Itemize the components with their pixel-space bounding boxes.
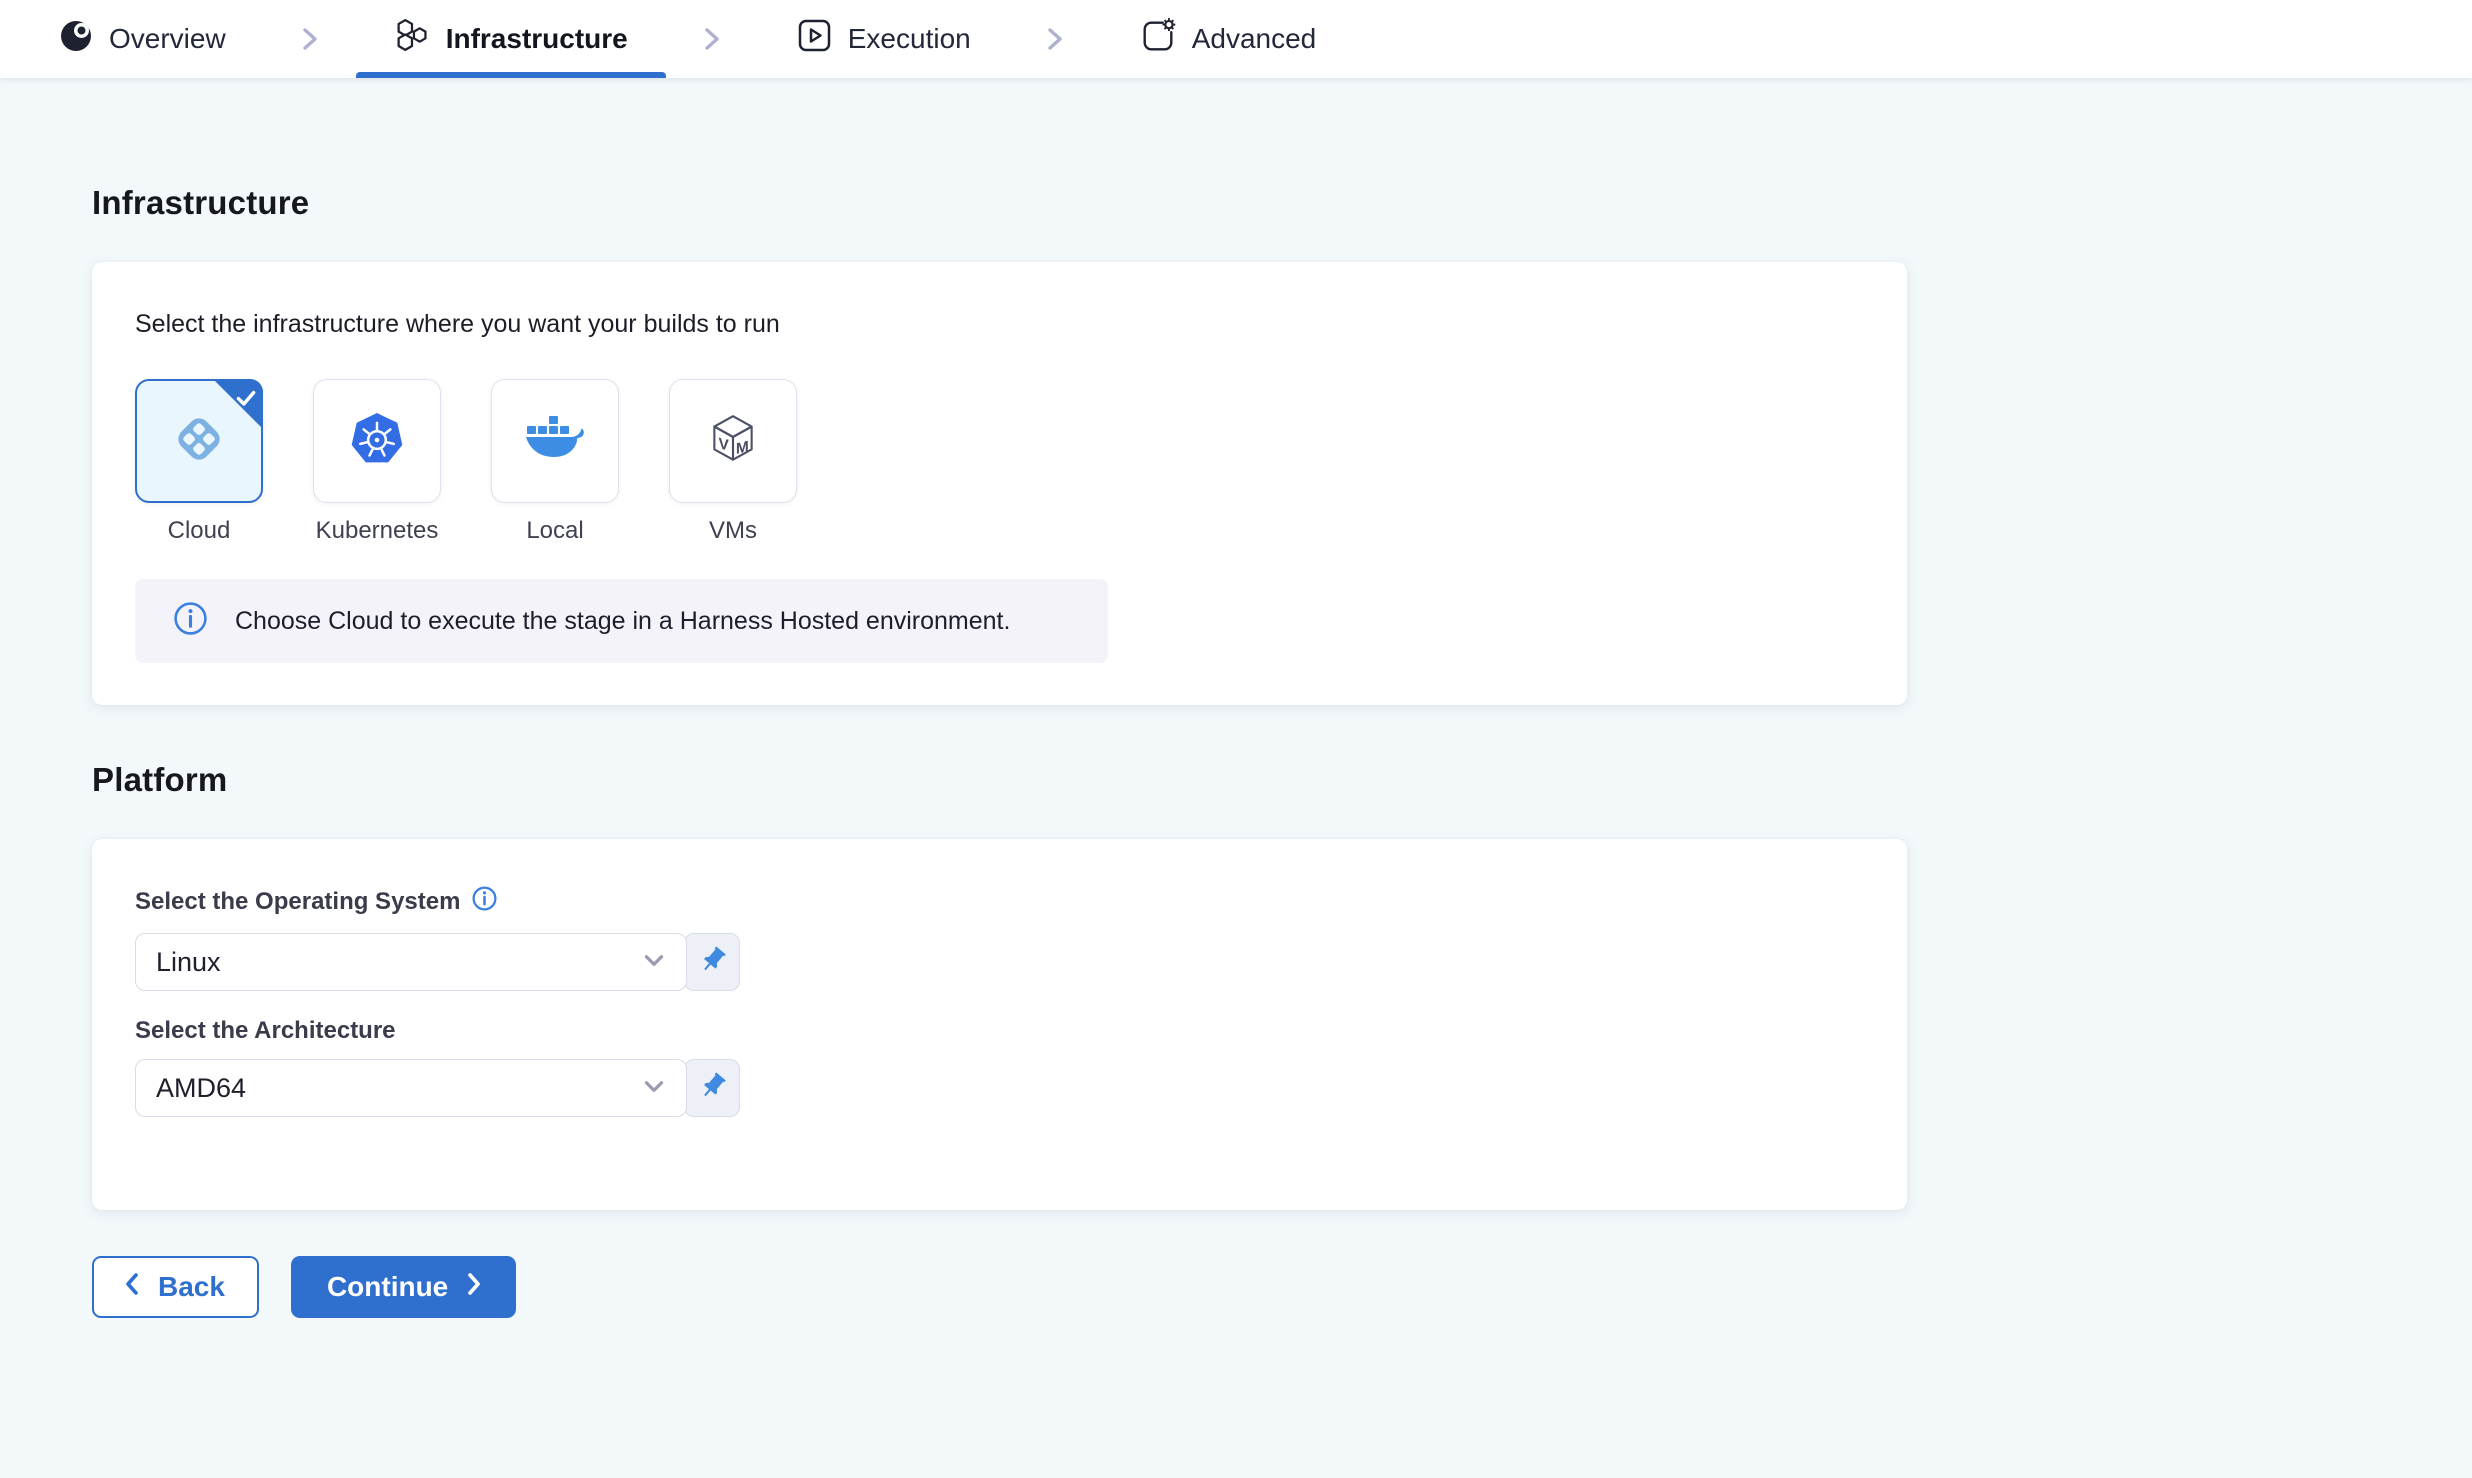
info-icon	[172, 600, 209, 642]
infrastructure-description: Select the infrastructure where you want…	[135, 310, 1864, 339]
os-select-label-text: Select the Operating System	[135, 888, 460, 916]
tab-label: Advanced	[1192, 23, 1317, 55]
chevron-separator-icon	[298, 0, 322, 78]
os-select[interactable]: Linux	[135, 933, 687, 991]
option-tile-vms[interactable]: V M VMs	[669, 379, 797, 545]
continue-button[interactable]: Continue	[291, 1256, 516, 1318]
option-tile-box[interactable]	[313, 379, 441, 503]
advanced-icon	[1139, 17, 1177, 62]
stage-infrastructure-panel: Infrastructure Select the infrastructure…	[0, 78, 2472, 1318]
tab-label: Overview	[109, 23, 226, 55]
os-select-value: Linux	[156, 947, 221, 978]
kubernetes-icon	[350, 412, 404, 471]
execution-icon	[796, 17, 833, 61]
docker-icon	[524, 415, 586, 468]
option-tile-box[interactable]	[491, 379, 619, 503]
option-label: Local	[526, 517, 583, 545]
infrastructure-options: Cloud	[135, 379, 1864, 545]
option-tile-kubernetes[interactable]: Kubernetes	[313, 379, 441, 545]
harness-cloud-icon	[170, 410, 228, 473]
option-tile-local[interactable]: Local	[491, 379, 619, 545]
platform-card: Select the Operating System Linux	[92, 839, 1907, 1210]
chevron-separator-icon	[700, 0, 724, 78]
section-title-platform: Platform	[92, 761, 2472, 799]
back-button[interactable]: Back	[92, 1256, 259, 1318]
svg-text:M: M	[736, 438, 749, 458]
vm-cube-icon: V M	[704, 411, 762, 472]
pin-button[interactable]	[684, 933, 740, 991]
overview-icon	[58, 18, 94, 61]
option-label: Kubernetes	[316, 517, 439, 545]
arch-select-group: AMD64	[135, 1059, 740, 1117]
infrastructure-icon	[394, 17, 431, 61]
section-title-infrastructure: Infrastructure	[92, 78, 2472, 222]
check-icon	[233, 385, 259, 416]
arch-select-label: Select the Architecture	[135, 1017, 1864, 1045]
os-select-label: Select the Operating System	[135, 885, 1864, 919]
arch-select[interactable]: AMD64	[135, 1059, 687, 1117]
option-tile-box[interactable]: V M	[669, 379, 797, 503]
chevron-down-icon	[640, 946, 668, 979]
infrastructure-card: Select the infrastructure where you want…	[92, 262, 1907, 705]
os-select-group: Linux	[135, 933, 740, 991]
option-label: VMs	[709, 517, 757, 545]
stage-tab-bar: Overview Infrastructure Execution	[0, 0, 2472, 78]
info-banner-text: Choose Cloud to execute the stage in a H…	[235, 607, 1010, 636]
tab-infrastructure[interactable]: Infrastructure	[356, 0, 666, 78]
info-banner: Choose Cloud to execute the stage in a H…	[135, 579, 1108, 663]
arch-select-label-text: Select the Architecture	[135, 1017, 396, 1045]
chevron-down-icon	[640, 1072, 668, 1105]
svg-text:V: V	[718, 435, 729, 454]
chevron-left-icon	[122, 1271, 142, 1304]
chevron-right-icon	[464, 1271, 484, 1304]
option-label: Cloud	[168, 517, 231, 545]
wizard-actions: Back Continue	[92, 1256, 2472, 1318]
option-tile-box[interactable]	[135, 379, 263, 503]
tab-execution[interactable]: Execution	[758, 0, 1009, 78]
chevron-separator-icon	[1043, 0, 1067, 78]
pin-icon	[698, 945, 728, 980]
tab-overview[interactable]: Overview	[20, 0, 264, 78]
tab-label: Execution	[848, 23, 971, 55]
option-tile-cloud[interactable]: Cloud	[135, 379, 263, 545]
back-button-label: Back	[158, 1271, 225, 1303]
pin-icon	[698, 1071, 728, 1106]
info-icon[interactable]	[471, 885, 498, 919]
arch-select-value: AMD64	[156, 1073, 246, 1104]
tab-label: Infrastructure	[446, 23, 628, 55]
pin-button[interactable]	[684, 1059, 740, 1117]
tab-advanced[interactable]: Advanced	[1101, 0, 1355, 78]
continue-button-label: Continue	[327, 1271, 448, 1303]
